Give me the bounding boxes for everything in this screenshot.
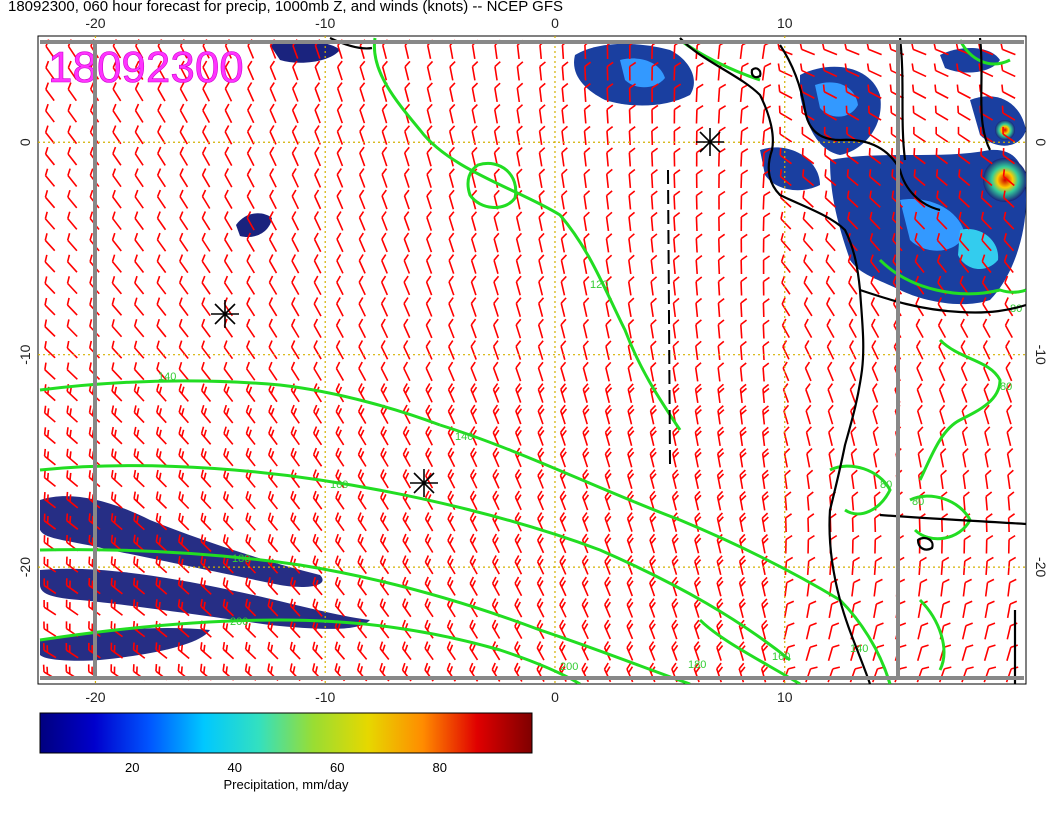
lon-tick-top: 0 bbox=[551, 15, 559, 31]
lat-tick-right: -20 bbox=[1033, 557, 1049, 577]
contour-label: 80 bbox=[1000, 381, 1012, 393]
colorbar-tick: 40 bbox=[228, 760, 242, 775]
asterisk-marker bbox=[410, 469, 438, 497]
asterisk-marker bbox=[211, 300, 239, 328]
contour-label: 200 bbox=[560, 661, 578, 673]
lon-tick-top: -10 bbox=[315, 15, 335, 31]
colorbar: 20 40 60 80 Precipitation, mm/day bbox=[39, 712, 533, 792]
storm-core bbox=[995, 120, 1015, 140]
date-stamp: 18092300 bbox=[48, 43, 244, 92]
colorbar-ticks: 20 40 60 80 bbox=[125, 760, 447, 775]
lat-tick-left: -10 bbox=[17, 344, 33, 364]
colorbar-bar bbox=[39, 712, 533, 754]
lon-tick-bottom: -20 bbox=[85, 689, 105, 705]
asterisk-marker bbox=[696, 128, 724, 156]
contour-label: 140 bbox=[158, 371, 176, 383]
lat-tick-left: 0 bbox=[17, 138, 33, 146]
contour-label: 200 bbox=[230, 616, 248, 628]
contour-label: 120 bbox=[590, 279, 608, 291]
storm-core bbox=[983, 158, 1026, 202]
lon-tick-top: 10 bbox=[777, 15, 793, 31]
contour-label: 180 bbox=[688, 659, 706, 671]
contour-label: 140 bbox=[455, 431, 473, 443]
lon-tick-bottom: 0 bbox=[551, 689, 559, 705]
contour-label: 160 bbox=[772, 651, 790, 663]
lat-tick-right: 0 bbox=[1033, 138, 1049, 146]
colorbar-tick: 60 bbox=[330, 760, 344, 775]
colorbar-label: Precipitation, mm/day bbox=[224, 777, 349, 792]
contour-label: 160 bbox=[330, 479, 348, 491]
lon-tick-bottom: -10 bbox=[315, 689, 335, 705]
colorbar-tick: 80 bbox=[433, 760, 447, 775]
contour-label: 80 bbox=[912, 496, 924, 508]
lon-tick-bottom: 10 bbox=[777, 689, 793, 705]
forecast-map: 120 140 140 160 180 180 200 200 160 140 … bbox=[17, 15, 1049, 792]
contour-label: 80 bbox=[880, 479, 892, 491]
lon-tick-top: -20 bbox=[85, 15, 105, 31]
colorbar-tick: 20 bbox=[125, 760, 139, 775]
lat-tick-right: -10 bbox=[1033, 345, 1049, 365]
lat-tick-left: -20 bbox=[17, 557, 33, 577]
contour-label: 180 bbox=[232, 553, 250, 565]
